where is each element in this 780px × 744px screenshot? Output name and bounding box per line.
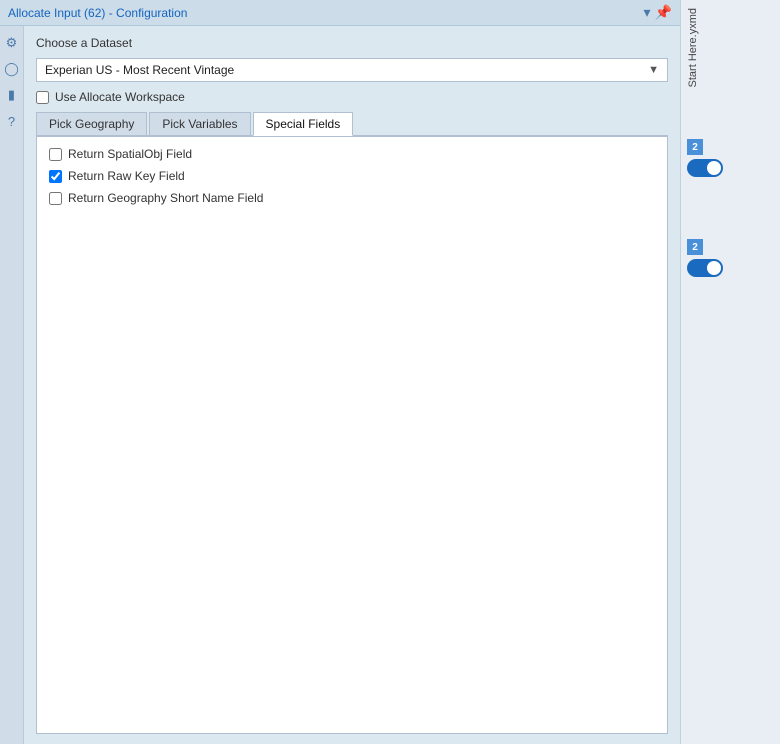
tab-pick-variables[interactable]: Pick Variables [149, 112, 250, 135]
content-area: ⚙ ◯ ▮ ? Choose a Dataset Experian US - M… [0, 26, 680, 744]
toggle1-label: 2 [687, 139, 703, 155]
toggle2-label: 2 [687, 239, 703, 255]
dataset-dropdown[interactable]: Experian US - Most Recent Vintage ▼ [36, 58, 668, 82]
sidebar-icon-help[interactable]: ? [3, 112, 21, 130]
workspace-checkbox-row: Use Allocate Workspace [36, 90, 668, 104]
title-bar: Allocate Input (62) - Configuration ▾ 📌 [0, 0, 680, 26]
tabs-section: Pick Geography Pick Variables Special Fi… [36, 112, 668, 734]
sidebar: ⚙ ◯ ▮ ? [0, 26, 24, 744]
tabs-bar: Pick Geography Pick Variables Special Fi… [36, 112, 668, 136]
dropdown-chevron-icon: ▼ [648, 64, 659, 76]
sidebar-icon-circle[interactable]: ◯ [3, 60, 21, 78]
right-panel: Start Here.yxmd 2 2 [680, 0, 780, 744]
title-text: Allocate Input (62) - Configuration [8, 6, 187, 20]
dropdown-icon[interactable]: ▾ [644, 4, 651, 21]
workspace-label[interactable]: Use Allocate Workspace [55, 90, 185, 104]
sidebar-icon-settings[interactable]: ⚙ [3, 34, 21, 52]
right-panel-filename: Start Here.yxmd [687, 8, 699, 87]
title-bar-right: ▾ 📌 [644, 4, 672, 21]
spatial-obj-row: Return SpatialObj Field [49, 147, 655, 161]
geo-short-name-label[interactable]: Return Geography Short Name Field [68, 191, 263, 205]
left-panel: Allocate Input (62) - Configuration ▾ 📌 … [0, 0, 680, 744]
dataset-value: Experian US - Most Recent Vintage [45, 63, 234, 77]
geo-short-name-row: Return Geography Short Name Field [49, 191, 655, 205]
toggle2-switch[interactable] [687, 259, 723, 277]
tab-content-special-fields: Return SpatialObj Field Return Raw Key F… [36, 136, 668, 734]
toggle1-switch[interactable] [687, 159, 723, 177]
raw-key-row: Return Raw Key Field [49, 169, 655, 183]
title-bar-left: Allocate Input (62) - Configuration [8, 6, 187, 20]
geo-short-name-checkbox[interactable] [49, 192, 62, 205]
dataset-label: Choose a Dataset [36, 36, 668, 50]
toggle-group-1: 2 [687, 139, 723, 177]
spatial-obj-label[interactable]: Return SpatialObj Field [68, 147, 192, 161]
raw-key-label[interactable]: Return Raw Key Field [68, 169, 185, 183]
tab-pick-geography[interactable]: Pick Geography [36, 112, 147, 135]
raw-key-checkbox[interactable] [49, 170, 62, 183]
sidebar-icon-tag[interactable]: ▮ [3, 86, 21, 104]
workspace-checkbox[interactable] [36, 91, 49, 104]
main-content: Choose a Dataset Experian US - Most Rece… [24, 26, 680, 744]
dataset-section: Choose a Dataset [36, 36, 668, 50]
toggle-group-2: 2 [687, 239, 723, 277]
spatial-obj-checkbox[interactable] [49, 148, 62, 161]
tab-special-fields[interactable]: Special Fields [253, 112, 354, 136]
pin-icon[interactable]: 📌 [655, 4, 672, 21]
